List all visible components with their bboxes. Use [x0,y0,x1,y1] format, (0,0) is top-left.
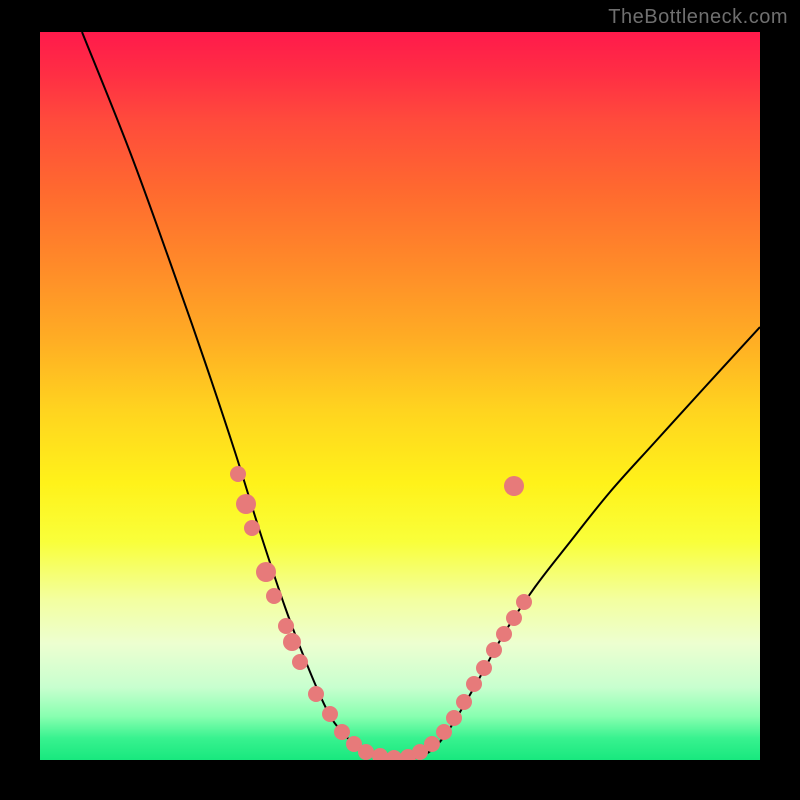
curve-marker [496,626,512,642]
curve-marker [372,748,388,760]
curve-marker [446,710,462,726]
curve-marker [504,476,524,496]
curve-marker [424,736,440,752]
curve-marker [308,686,324,702]
curve-marker [456,694,472,710]
curve-marker [506,610,522,626]
curve-marker [230,466,246,482]
curve-marker [476,660,492,676]
curve-marker [283,633,301,651]
plot-area [40,32,760,760]
curve-marker [278,618,294,634]
bottleneck-curve [82,32,760,759]
curve-marker [436,724,452,740]
curve-svg [40,32,760,760]
marker-group [230,466,532,760]
curve-marker [358,744,374,760]
curve-marker [266,588,282,604]
curve-marker [322,706,338,722]
curve-marker [486,642,502,658]
curve-marker [244,520,260,536]
curve-marker [334,724,350,740]
curve-marker [256,562,276,582]
chart-frame: TheBottleneck.com [0,0,800,800]
curve-marker [236,494,256,514]
curve-marker [516,594,532,610]
curve-marker [386,750,402,760]
curve-marker [466,676,482,692]
curve-marker [292,654,308,670]
watermark-text: TheBottleneck.com [608,6,788,29]
